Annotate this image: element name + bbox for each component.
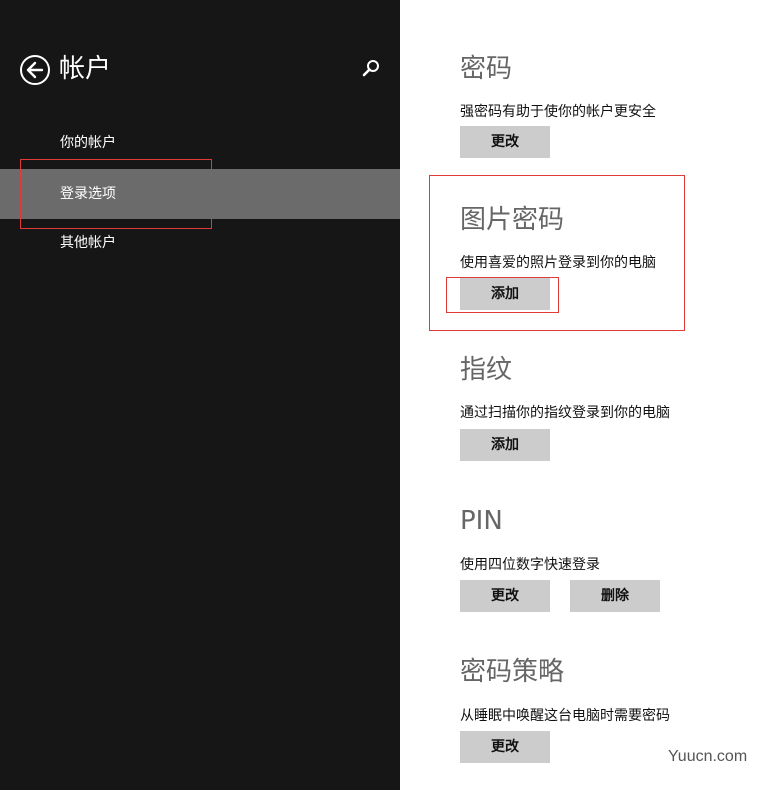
page-title: 帐户	[59, 54, 112, 84]
pin-change-button[interactable]: 更改	[460, 580, 550, 612]
picture-password-add-button[interactable]: 添加	[460, 278, 550, 310]
picture-password-desc: 使用喜爱的照片登录到你的电脑	[460, 255, 656, 271]
sidebar-item-other-accounts[interactable]: 其他帐户	[0, 218, 400, 268]
sidebar: 帐户 你的帐户 登录选项 其他帐户	[0, 0, 400, 790]
password-policy-change-button[interactable]: 更改	[460, 731, 550, 763]
settings-content: 密码 强密码有助于使你的帐户更安全 更改 图片密码 使用喜爱的照片登录到你的电脑…	[400, 0, 776, 790]
pin-desc: 使用四位数字快速登录	[460, 557, 600, 573]
fingerprint-desc: 通过扫描你的指纹登录到你的电脑	[460, 405, 670, 421]
pin-remove-button[interactable]: 删除	[570, 580, 660, 612]
password-policy-desc: 从睡眠中唤醒这台电脑时需要密码	[460, 708, 670, 724]
password-desc: 强密码有助于使你的帐户更安全	[460, 104, 656, 120]
password-change-button[interactable]: 更改	[460, 126, 550, 158]
sidebar-item-label: 登录选项	[60, 186, 116, 202]
back-arrow-icon[interactable]	[20, 55, 50, 85]
sidebar-item-sign-in-options[interactable]: 登录选项	[0, 169, 400, 219]
password-title: 密码	[460, 54, 513, 84]
password-policy-title: 密码策略	[460, 657, 565, 687]
fingerprint-add-button[interactable]: 添加	[460, 429, 550, 461]
pin-title: PIN	[460, 506, 503, 536]
picture-password-title: 图片密码	[460, 205, 565, 235]
watermark: Yuucn.com	[668, 748, 748, 765]
sidebar-item-label: 你的帐户	[60, 135, 116, 151]
search-icon[interactable]	[360, 58, 382, 80]
fingerprint-title: 指纹	[460, 355, 513, 385]
sidebar-item-your-account[interactable]: 你的帐户	[0, 118, 400, 168]
sidebar-item-label: 其他帐户	[60, 235, 116, 251]
